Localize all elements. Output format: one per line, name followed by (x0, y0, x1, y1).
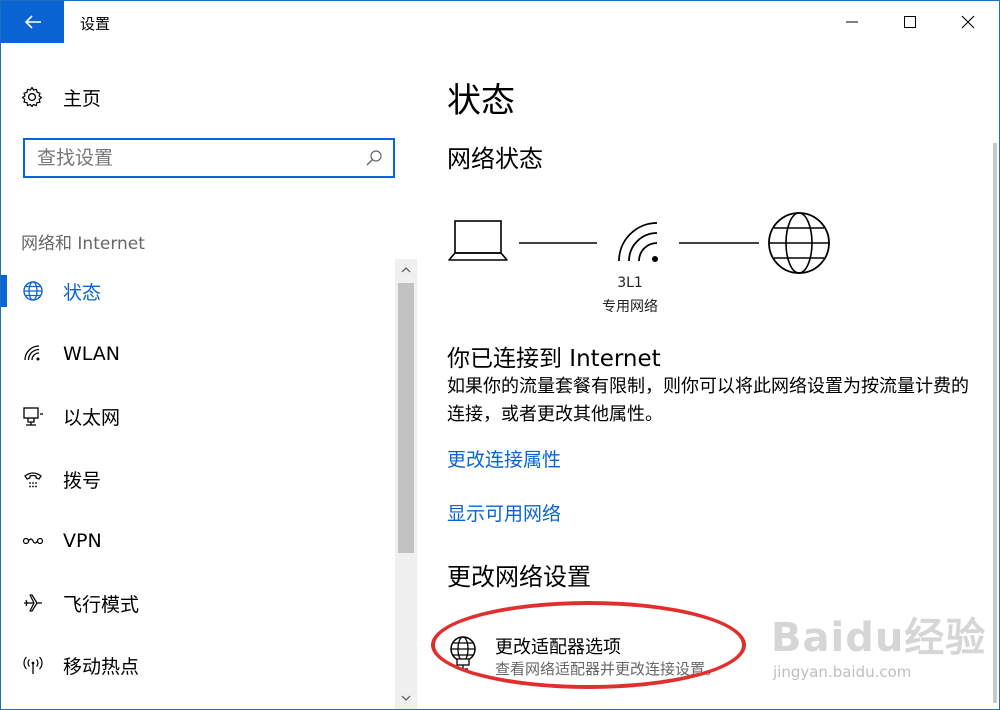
sidebar-item-dialup[interactable]: 拨号 (1, 459, 397, 499)
search-box[interactable] (23, 138, 395, 178)
adapter-title: 更改适配器选项 (495, 637, 621, 658)
connected-description: 如果你的流量套餐有限制，则你可以将此网络设置为按流量计费的连接，或者更改其他属性… (447, 376, 969, 425)
chevron-up-icon (401, 267, 411, 273)
minimize-button[interactable] (823, 1, 881, 43)
sidebar-item-ethernet[interactable]: 以太网 (1, 396, 397, 436)
adapter-globe-icon (450, 636, 476, 670)
network-type: 专用网络 (602, 299, 658, 315)
minimize-icon (846, 21, 858, 23)
home-nav-item[interactable]: 主页 (21, 83, 101, 111)
chevron-down-icon (401, 695, 411, 701)
main-content: 状态 网络状态 3L1 专用网络 你已连接到 Internet 如果你的流量套餐… (417, 43, 999, 709)
sidebar-item-wlan[interactable]: WLAN (1, 334, 397, 374)
sidebar-item-label: 飞行模式 (63, 593, 140, 616)
sidebar-item-label: 状态 (63, 281, 102, 304)
home-label: 主页 (63, 87, 102, 110)
scroll-up-button[interactable] (395, 259, 417, 281)
change-network-settings-title: 更改网络设置 (447, 563, 591, 591)
globe-icon (21, 279, 45, 303)
connected-title: 你已连接到 Internet (447, 346, 661, 372)
laptop-icon (448, 220, 508, 261)
show-available-networks-link[interactable]: 显示可用网络 (447, 499, 561, 526)
title-bar: 设置 (1, 1, 999, 43)
globe-icon (768, 212, 830, 274)
sidebar-item-label: 拨号 (63, 469, 102, 492)
scroll-down-button[interactable] (395, 687, 417, 709)
active-indicator (1, 275, 7, 307)
maximize-button[interactable] (881, 1, 939, 43)
network-status-title: 网络状态 (447, 145, 543, 173)
sidebar-scrollbar[interactable] (395, 259, 417, 709)
maximize-icon (904, 16, 916, 28)
sidebar-item-label: VPN (63, 530, 102, 552)
sidebar-item-status[interactable]: 状态 (1, 271, 397, 311)
search-input[interactable] (37, 146, 357, 170)
airplane-icon (21, 591, 45, 615)
ethernet-icon (21, 404, 45, 428)
network-name: 3L1 (617, 275, 643, 291)
sidebar-item-label: 以太网 (63, 406, 121, 429)
adapter-description: 查看网络适配器并更改连接设置。 (495, 660, 721, 678)
search-icon[interactable] (365, 149, 383, 167)
sidebar-item-label: 移动热点 (63, 655, 140, 678)
hotspot-icon (21, 653, 45, 677)
section-label: 网络和 Internet (21, 234, 145, 254)
sidebar: 主页 网络和 Internet 状态 (1, 43, 417, 709)
wifi-icon (618, 222, 658, 262)
page-title: 状态 (447, 81, 515, 121)
settings-window: 设置 主页 网络和 Internet (0, 0, 1000, 710)
close-button[interactable] (939, 1, 997, 43)
main-scrollbar[interactable] (993, 143, 997, 703)
gear-icon (21, 86, 43, 108)
change-adapter-options-item[interactable]: 更改适配器选项 查看网络适配器并更改连接设置。 (447, 633, 967, 685)
scroll-thumb[interactable] (398, 283, 414, 553)
arrow-left-icon (24, 15, 41, 29)
back-button[interactable] (1, 1, 64, 43)
dialup-icon (21, 467, 45, 491)
sidebar-item-label: WLAN (63, 343, 121, 365)
wifi-icon (21, 342, 45, 366)
sidebar-item-vpn[interactable]: VPN (1, 521, 397, 561)
window-title: 设置 (80, 15, 111, 33)
sidebar-item-hotspot[interactable]: 移动热点 (1, 645, 397, 685)
change-connection-properties-link[interactable]: 更改连接属性 (447, 445, 561, 472)
close-icon (961, 15, 975, 29)
sidebar-item-airplane[interactable]: 飞行模式 (1, 583, 397, 623)
vpn-icon (21, 529, 45, 553)
